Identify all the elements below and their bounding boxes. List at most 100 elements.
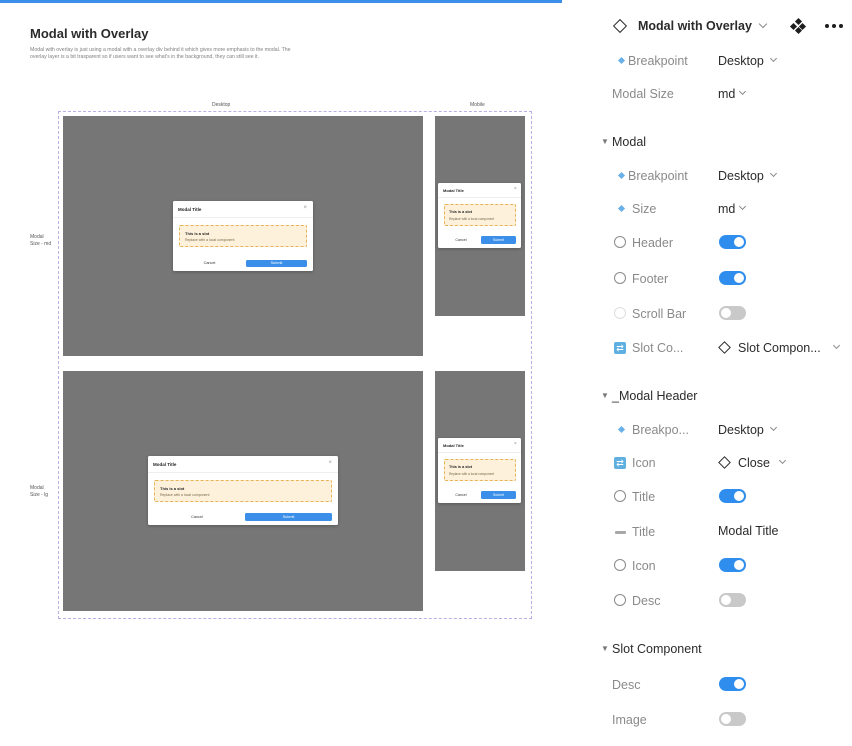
- go-to-main-component-icon[interactable]: [789, 17, 807, 35]
- desktop-md-overlay[interactable]: Modal Title × This is a slot Replace wit…: [63, 116, 423, 356]
- header-breakpoint-select[interactable]: Desktop: [718, 423, 764, 437]
- slot-description: Replace with a local component: [449, 217, 495, 221]
- boolean-prop-icon: [614, 594, 626, 606]
- icon-swap-select[interactable]: Close: [738, 456, 770, 470]
- slot-desc-toggle[interactable]: [719, 677, 746, 691]
- submit-button[interactable]: Submit: [481, 491, 516, 499]
- slot-component-select[interactable]: Slot Compon...: [738, 341, 821, 355]
- component-diamond-icon: [612, 18, 628, 34]
- modal-size-label: Size: [632, 202, 657, 216]
- section-title-slot-component[interactable]: Slot Component: [612, 642, 702, 656]
- slot-image-toggle[interactable]: [719, 712, 746, 726]
- chevron-down-icon[interactable]: [769, 54, 778, 63]
- canvas-title: Modal with Overlay: [30, 26, 149, 41]
- boolean-prop-icon: [614, 559, 626, 571]
- slot-placeholder: This is a slot Replace with a local comp…: [444, 459, 516, 481]
- cancel-button[interactable]: Cancel: [444, 236, 478, 244]
- close-icon[interactable]: ×: [328, 460, 332, 466]
- submit-button[interactable]: Submit: [246, 260, 307, 267]
- slot-placeholder: This is a slot Replace with a local comp…: [179, 225, 307, 247]
- header-toggle[interactable]: [719, 235, 746, 249]
- cancel-button[interactable]: Cancel: [179, 260, 240, 267]
- modal-title: Modal Title: [153, 462, 177, 467]
- modal-breakpoint-select[interactable]: Desktop: [718, 169, 764, 183]
- icon-swap-label: Icon: [632, 456, 656, 470]
- collapse-caret-icon[interactable]: ▼: [601, 644, 609, 653]
- header-label: Header: [632, 236, 673, 250]
- desc-toggle-label: Desc: [632, 594, 661, 608]
- header-divider: [173, 217, 313, 218]
- selection-top-bar: [0, 0, 562, 3]
- slot-desc-label: Desc: [612, 678, 641, 692]
- modal-size-select[interactable]: md: [718, 87, 735, 101]
- row-label-md: Modal Size - md: [30, 234, 52, 247]
- component-name[interactable]: Modal with Overlay: [638, 19, 752, 33]
- mobile-md-overlay[interactable]: Modal Title × This is a slot Replace wit…: [435, 116, 525, 316]
- modal-desktop-md[interactable]: Modal Title × This is a slot Replace wit…: [173, 201, 313, 271]
- component-diamond-icon: [718, 456, 731, 469]
- title-toggle[interactable]: [719, 489, 746, 503]
- slot-title: This is a slot: [449, 465, 472, 469]
- header-divider: [438, 197, 521, 198]
- submit-button[interactable]: Submit: [245, 513, 332, 521]
- slot-description: Replace with a local component: [185, 238, 235, 242]
- slot-description: Replace with a local component: [160, 493, 210, 497]
- boolean-prop-icon: [614, 272, 626, 284]
- modal-title: Modal Title: [443, 188, 464, 193]
- modal-mobile-md[interactable]: Modal Title × This is a slot Replace wit…: [438, 183, 521, 248]
- chevron-down-icon[interactable]: [832, 341, 841, 350]
- modal-breakpoint-label: Breakpoint: [628, 169, 688, 183]
- collapse-caret-icon[interactable]: ▼: [601, 137, 609, 146]
- close-icon[interactable]: ×: [303, 205, 307, 211]
- desc-toggle[interactable]: [719, 593, 746, 607]
- modal-desktop-lg[interactable]: Modal Title × This is a slot Replace wit…: [148, 456, 338, 525]
- collapse-caret-icon[interactable]: ▼: [601, 391, 609, 400]
- icon-toggle[interactable]: [719, 558, 746, 572]
- slot-title: This is a slot: [185, 231, 210, 236]
- slot-placeholder: This is a slot Replace with a local comp…: [154, 480, 332, 502]
- instance-swap-icon: ⇄: [614, 342, 626, 354]
- boolean-prop-icon: [614, 236, 626, 248]
- title-text-value[interactable]: Modal Title: [718, 524, 778, 538]
- more-options-icon[interactable]: [825, 24, 845, 30]
- close-icon[interactable]: ×: [514, 186, 517, 192]
- close-icon[interactable]: ×: [514, 441, 517, 447]
- column-label-mobile: Mobile: [470, 102, 485, 108]
- text-prop-icon: [615, 531, 626, 534]
- variant-diamond-icon: [617, 204, 626, 213]
- breakpoint-label: Breakpoint: [628, 54, 688, 68]
- row-label-lg: Modal Size - lg: [30, 485, 49, 498]
- section-title-modal-header[interactable]: _Modal Header: [612, 389, 697, 403]
- boolean-prop-icon: [614, 307, 626, 319]
- cancel-button[interactable]: Cancel: [444, 491, 478, 499]
- chevron-down-icon[interactable]: [778, 456, 787, 465]
- scroll-bar-label: Scroll Bar: [632, 307, 687, 321]
- boolean-prop-icon: [614, 490, 626, 502]
- cancel-button[interactable]: Cancel: [154, 513, 240, 521]
- header-divider: [148, 472, 338, 473]
- modal-mobile-lg[interactable]: Modal Title × This is a slot Replace wit…: [438, 438, 521, 503]
- scroll-bar-toggle[interactable]: [719, 306, 746, 320]
- footer-toggle[interactable]: [719, 271, 746, 285]
- chevron-down-icon[interactable]: [738, 87, 747, 96]
- mobile-lg-overlay[interactable]: Modal Title × This is a slot Replace wit…: [435, 371, 525, 571]
- slot-description: Replace with a local component: [449, 472, 495, 476]
- section-title-modal[interactable]: Modal: [612, 135, 646, 149]
- chevron-down-icon[interactable]: [758, 19, 768, 29]
- chevron-down-icon[interactable]: [738, 202, 747, 211]
- chevron-down-icon[interactable]: [769, 169, 778, 178]
- header-divider: [438, 452, 521, 453]
- modal-title: Modal Title: [443, 443, 464, 448]
- modal-size-select[interactable]: md: [718, 202, 735, 216]
- variant-diamond-icon: [617, 171, 626, 180]
- desktop-lg-overlay[interactable]: Modal Title × This is a slot Replace wit…: [63, 371, 423, 611]
- chevron-down-icon[interactable]: [769, 423, 778, 432]
- slot-placeholder: This is a slot Replace with a local comp…: [444, 204, 516, 226]
- slot-image-label: Image: [612, 713, 647, 727]
- variant-diamond-icon: [617, 56, 626, 65]
- title-text-label: Title: [632, 525, 656, 539]
- icon-toggle-label: Icon: [632, 559, 656, 573]
- submit-button[interactable]: Submit: [481, 236, 516, 244]
- breakpoint-select[interactable]: Desktop: [718, 54, 764, 68]
- header-breakpoint-label: Breakpo...: [632, 423, 689, 437]
